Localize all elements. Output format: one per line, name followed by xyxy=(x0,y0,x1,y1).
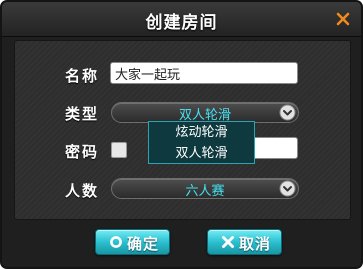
x-icon xyxy=(222,236,234,248)
name-label: 名称 xyxy=(65,67,100,85)
confirm-button[interactable]: 确定 xyxy=(95,229,170,255)
circle-icon xyxy=(110,236,122,248)
players-label: 人数 xyxy=(65,182,100,200)
player-count-select[interactable]: 六人赛 xyxy=(111,178,299,199)
room-type-dropdown: 炫动轮滑 双人轮滑 xyxy=(148,121,255,164)
password-label: 密码 xyxy=(65,143,100,161)
player-count-value: 六人赛 xyxy=(185,184,225,199)
cancel-button[interactable]: 取消 xyxy=(207,229,282,255)
room-type-select[interactable]: 双人轮滑 xyxy=(111,102,299,123)
dropdown-option-1[interactable]: 炫动轮滑 xyxy=(149,123,254,143)
close-button[interactable] xyxy=(335,11,351,27)
chevron-down-icon xyxy=(279,180,296,197)
dialog-titlebar: 创建房间 xyxy=(2,2,361,37)
dialog-title: 创建房间 xyxy=(145,13,218,33)
dropdown-option-2[interactable]: 双人轮滑 xyxy=(149,144,254,164)
close-x-icon xyxy=(336,12,350,26)
password-checkbox[interactable] xyxy=(111,142,127,158)
chevron-down-icon xyxy=(279,104,296,121)
room-name-input[interactable] xyxy=(110,62,298,84)
password-input[interactable] xyxy=(252,137,298,159)
type-label: 类型 xyxy=(65,105,100,123)
create-room-dialog: 创建房间 名称 类型 双人轮滑 密码 人数 六人赛 xyxy=(0,0,363,269)
cancel-label: 取消 xyxy=(239,235,272,253)
confirm-label: 确定 xyxy=(127,235,160,253)
form-panel: 名称 类型 双人轮滑 密码 人数 六人赛 炫动轮滑 双人轮滑 xyxy=(14,40,351,220)
